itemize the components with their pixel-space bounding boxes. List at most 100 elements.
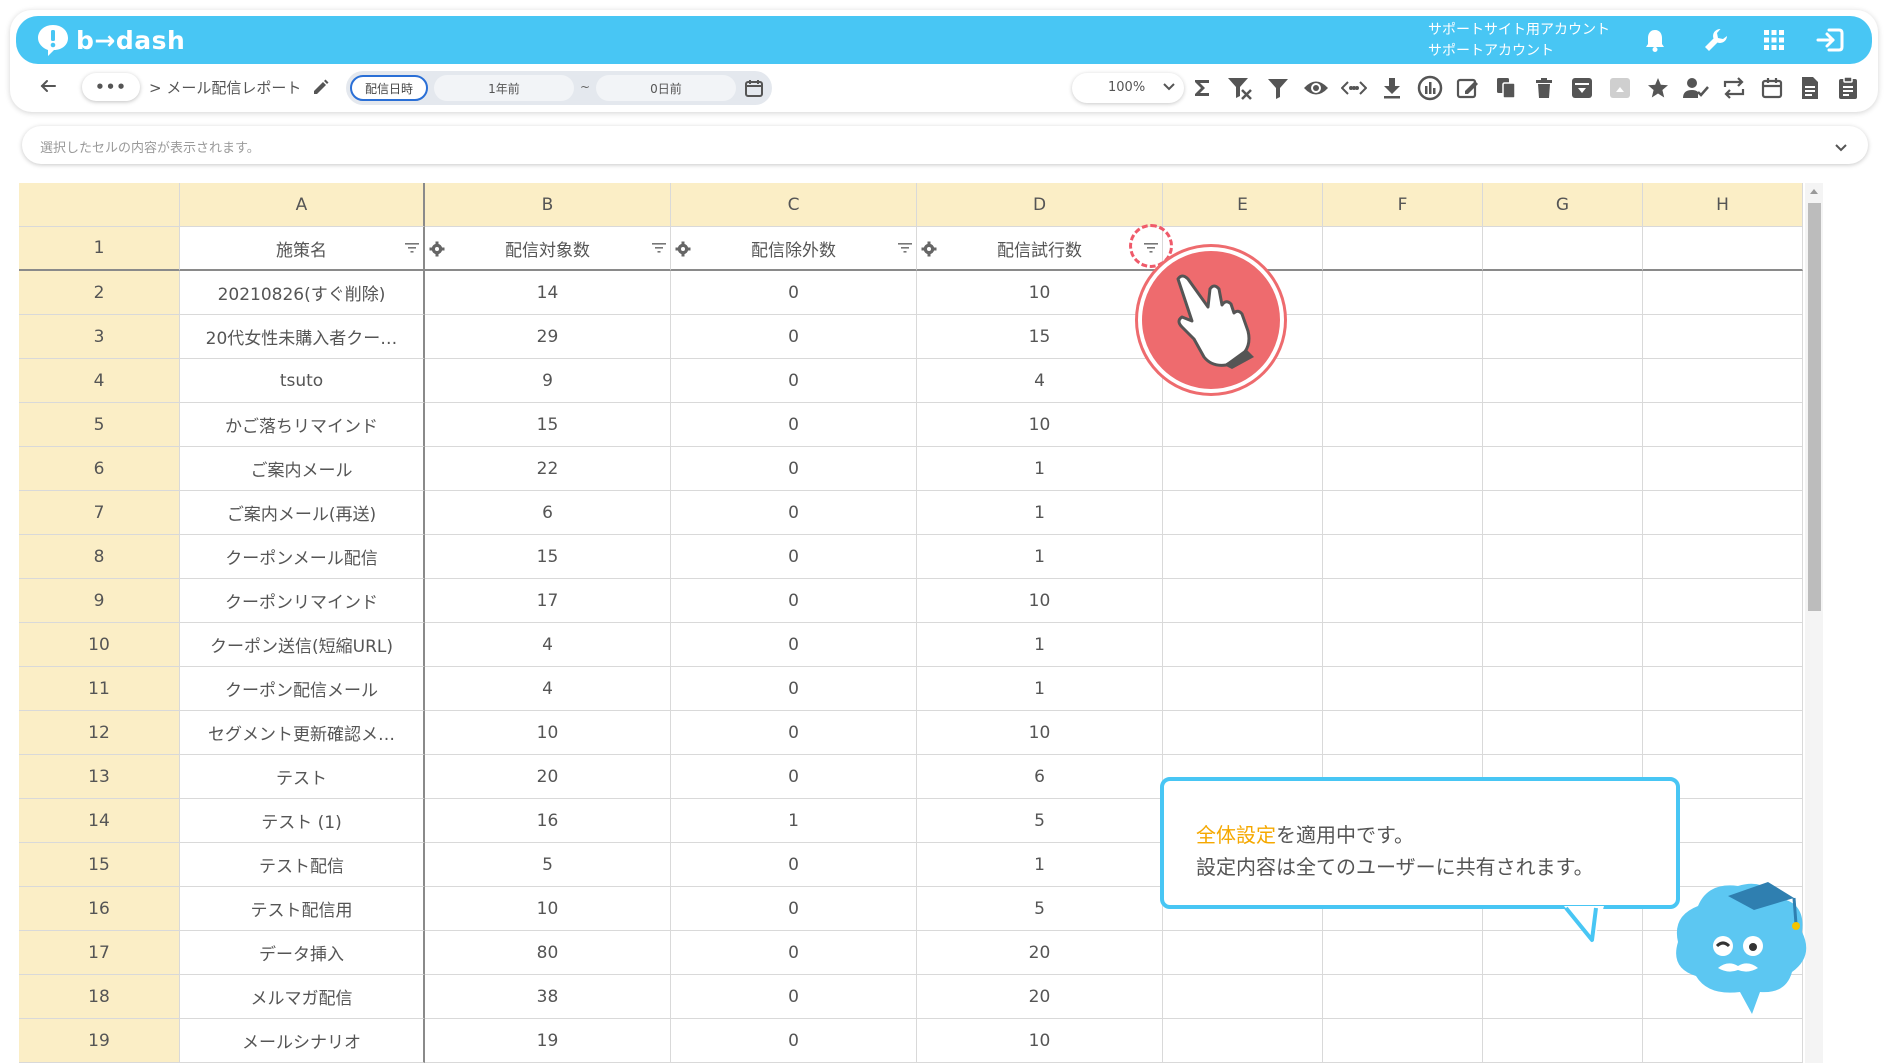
row-number[interactable]: 15 (19, 843, 180, 887)
archive-icon[interactable] (1568, 74, 1596, 102)
empty-cell[interactable] (1323, 403, 1483, 447)
empty-cell[interactable] (1483, 403, 1643, 447)
filter-clear-icon[interactable] (1226, 74, 1254, 102)
cell-target-count[interactable]: 9 (425, 359, 671, 403)
field-header-cell[interactable]: 配信対象数 (425, 227, 671, 271)
empty-cell[interactable] (1163, 931, 1323, 975)
cell-excluded-count[interactable]: 0 (671, 535, 917, 579)
cell-excluded-count[interactable]: 0 (671, 271, 917, 315)
date-to-input[interactable]: 0日前 (596, 75, 736, 101)
empty-cell[interactable] (1643, 535, 1803, 579)
cell-attempt-count[interactable]: 20 (917, 975, 1163, 1019)
cell-attempt-count[interactable]: 20 (917, 931, 1163, 975)
empty-cell[interactable] (1323, 315, 1483, 359)
cell-attempt-count[interactable]: 10 (917, 271, 1163, 315)
cell-attempt-count[interactable]: 5 (917, 799, 1163, 843)
user-check-icon[interactable] (1682, 74, 1710, 102)
trash-icon[interactable] (1530, 74, 1558, 102)
column-header-c[interactable]: C (671, 183, 917, 227)
scroll-up-icon[interactable] (1809, 187, 1819, 195)
cell-target-count[interactable]: 22 (425, 447, 671, 491)
calendar-icon[interactable] (1758, 74, 1786, 102)
cell-attempt-count[interactable]: 10 (917, 1019, 1163, 1063)
row-number[interactable]: 8 (19, 535, 180, 579)
filter-icon[interactable] (898, 242, 912, 254)
empty-cell[interactable] (1483, 579, 1643, 623)
empty-cell[interactable] (1483, 447, 1643, 491)
cell-attempt-count[interactable]: 10 (917, 403, 1163, 447)
clipboard-icon[interactable] (1834, 74, 1862, 102)
empty-cell[interactable] (1483, 491, 1643, 535)
row-number[interactable]: 2 (19, 271, 180, 315)
cell-campaign-name[interactable]: テスト配信 (180, 843, 425, 887)
cell-campaign-name[interactable]: テスト (180, 755, 425, 799)
cell-target-count[interactable]: 17 (425, 579, 671, 623)
document-icon[interactable] (1796, 74, 1824, 102)
cell-campaign-name[interactable]: テスト配信用 (180, 887, 425, 931)
cell-excluded-count[interactable]: 0 (671, 755, 917, 799)
column-header-e[interactable]: E (1163, 183, 1323, 227)
empty-cell[interactable] (1643, 403, 1803, 447)
column-header-d[interactable]: D (917, 183, 1163, 227)
empty-cell[interactable] (1483, 975, 1643, 1019)
empty-cell[interactable] (1163, 447, 1323, 491)
empty-cell[interactable] (1643, 667, 1803, 711)
cell-campaign-name[interactable]: テスト (1) (180, 799, 425, 843)
cell-target-count[interactable]: 20 (425, 755, 671, 799)
filter-icon[interactable] (405, 242, 419, 254)
cell-excluded-count[interactable]: 0 (671, 887, 917, 931)
cell-campaign-name[interactable]: ご案内メール(再送) (180, 491, 425, 535)
filter-icon[interactable] (652, 242, 666, 254)
column-header-a[interactable]: A (180, 183, 425, 227)
empty-cell[interactable] (1323, 359, 1483, 403)
empty-cell[interactable] (1483, 315, 1643, 359)
cell-excluded-count[interactable]: 0 (671, 491, 917, 535)
empty-cell[interactable] (1323, 271, 1483, 315)
empty-cell[interactable] (1643, 491, 1803, 535)
empty-cell[interactable] (1643, 315, 1803, 359)
empty-cell[interactable] (1323, 623, 1483, 667)
gear-icon[interactable] (921, 241, 937, 257)
cell-excluded-count[interactable]: 0 (671, 403, 917, 447)
cell-campaign-name[interactable]: 20代女性未購入者クー… (180, 315, 425, 359)
field-header-cell[interactable]: 配信除外数 (671, 227, 917, 271)
logout-icon[interactable] (1815, 25, 1845, 55)
code-icon[interactable] (1340, 74, 1368, 102)
cell-campaign-name[interactable]: セグメント更新確認メ… (180, 711, 425, 755)
row-number[interactable]: 5 (19, 403, 180, 447)
empty-cell[interactable] (1163, 403, 1323, 447)
copy-icon[interactable] (1492, 74, 1520, 102)
empty-cell[interactable] (1323, 579, 1483, 623)
column-header-f[interactable]: F (1323, 183, 1483, 227)
cell-attempt-count[interactable]: 5 (917, 887, 1163, 931)
cell-target-count[interactable]: 5 (425, 843, 671, 887)
edit-icon[interactable] (1454, 74, 1482, 102)
cell-target-count[interactable]: 4 (425, 623, 671, 667)
empty-cell[interactable] (1323, 711, 1483, 755)
gear-icon[interactable] (675, 241, 691, 257)
column-header-g[interactable]: G (1483, 183, 1643, 227)
unarchive-icon[interactable] (1606, 74, 1634, 102)
star-icon[interactable] (1644, 74, 1672, 102)
cell-campaign-name[interactable]: クーポンリマインド (180, 579, 425, 623)
empty-cell[interactable] (1483, 359, 1643, 403)
cell-target-count[interactable]: 10 (425, 711, 671, 755)
cell-excluded-count[interactable]: 0 (671, 1019, 917, 1063)
cell-excluded-count[interactable]: 0 (671, 447, 917, 491)
row-number[interactable]: 16 (19, 887, 180, 931)
cell-attempt-count[interactable]: 10 (917, 711, 1163, 755)
date-from-input[interactable]: 1年前 (434, 75, 574, 101)
cell-campaign-name[interactable]: tsuto (180, 359, 425, 403)
cell-target-count[interactable]: 4 (425, 667, 671, 711)
empty-cell[interactable] (1643, 227, 1803, 271)
empty-cell[interactable] (1163, 1019, 1323, 1063)
gear-icon[interactable] (429, 241, 445, 257)
row-number[interactable]: 19 (19, 1019, 180, 1063)
empty-cell[interactable] (1483, 711, 1643, 755)
empty-cell[interactable] (1323, 227, 1483, 271)
cell-attempt-count[interactable]: 1 (917, 623, 1163, 667)
cell-campaign-name[interactable]: クーポンメール配信 (180, 535, 425, 579)
cell-attempt-count[interactable]: 1 (917, 491, 1163, 535)
scrollbar-thumb[interactable] (1808, 203, 1821, 611)
empty-cell[interactable] (1483, 227, 1643, 271)
